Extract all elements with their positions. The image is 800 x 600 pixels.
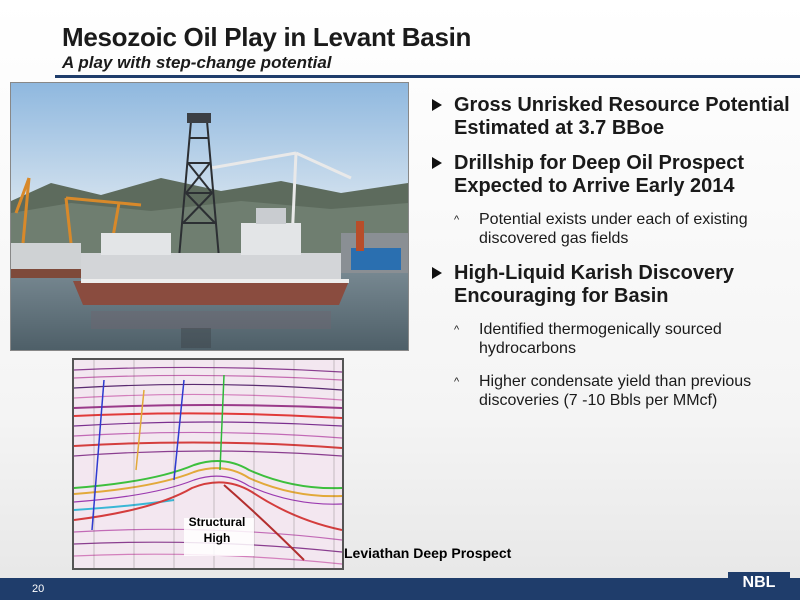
bullet-level1: Drillship for Deep Oil Prospect Expected…: [432, 152, 792, 198]
title-divider: [55, 75, 800, 78]
slide-subtitle: A play with step-change potential: [62, 53, 332, 72]
bullet-arrow-icon: [432, 267, 442, 279]
bullet-level2: ^ Potential exists under each of existin…: [454, 211, 748, 247]
bullet-arrow-icon: [432, 99, 442, 111]
drillship-photo: [10, 82, 409, 351]
nbl-logo: NBL: [728, 566, 790, 592]
bullet-level1: Gross Unrisked Resource Potential Estima…: [432, 94, 792, 140]
caret-up-icon: ^: [454, 214, 460, 226]
footer-bar: [0, 578, 800, 600]
caret-up-icon: ^: [454, 376, 460, 388]
bullet-arrow-icon: [432, 157, 442, 169]
seismic-caption: Leviathan Deep Prospect: [344, 545, 512, 561]
bullet-level2: ^ Identified thermogenically sourced hyd…: [454, 321, 722, 357]
bullet-list: Gross Unrisked Resource Potential Estima…: [432, 94, 792, 424]
structural-high-label: Structural High: [188, 515, 246, 545]
page-number: 20: [32, 583, 45, 595]
bullet-level2: ^ Higher condensate yield than previous …: [454, 373, 752, 409]
caret-up-icon: ^: [454, 324, 460, 336]
bullet-level1: High-Liquid Karish Discovery Encouraging…: [432, 262, 792, 308]
slide-title: Mesozoic Oil Play in Levant Basin: [62, 22, 472, 52]
svg-text:NBL: NBL: [743, 574, 776, 591]
